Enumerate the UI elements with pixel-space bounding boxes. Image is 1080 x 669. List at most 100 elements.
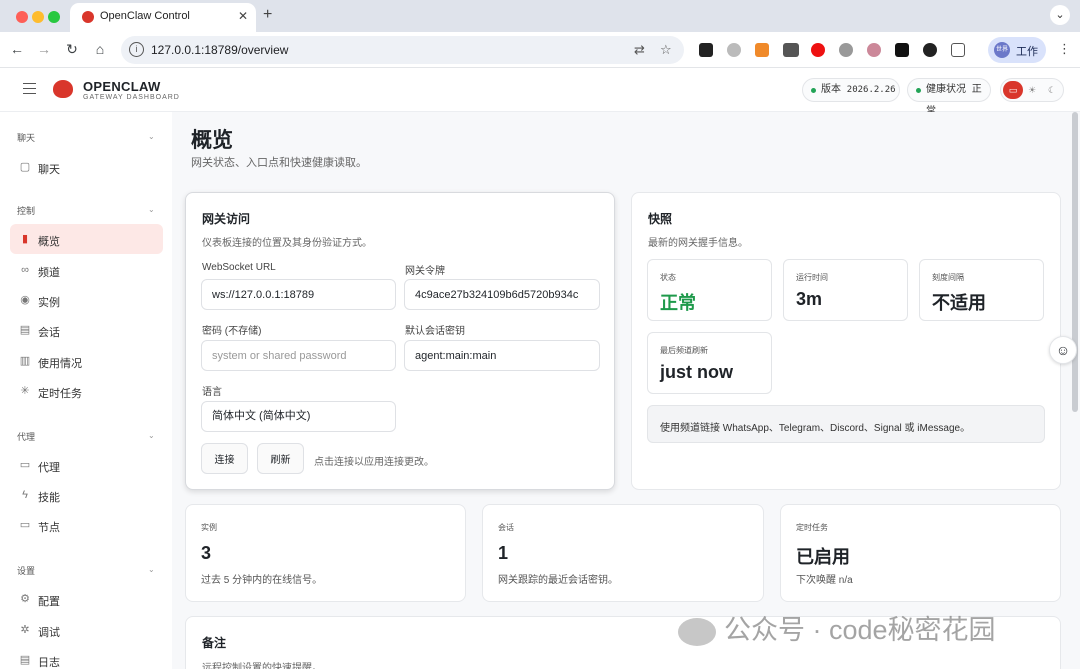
close-icon[interactable]: ✕: [238, 9, 248, 23]
avatar: 世界: [994, 42, 1010, 58]
sidebar-group-settings[interactable]: 设置: [17, 564, 35, 577]
main-content: 概览 网关状态、入口点和快速健康读取。 网关访问 仪表板连接的位置及其身份验证方…: [172, 112, 1080, 669]
websocket-url-input[interactable]: [201, 279, 396, 310]
stat-uptime: 运行时间 3m: [783, 259, 908, 321]
extension-icon[interactable]: [811, 43, 825, 57]
bug-icon: ✲: [20, 624, 30, 636]
language-select[interactable]: 简体中文 (简体中文): [201, 401, 396, 432]
bar-chart-icon: ▮: [21, 233, 29, 245]
more-menu-icon[interactable]: ⋮: [1058, 41, 1071, 57]
tab-search-button[interactable]: ⌄: [1050, 5, 1070, 25]
extension-icon[interactable]: [867, 43, 881, 57]
address-bar[interactable]: i 127.0.0.1:18789/overview ⇄ ☆: [121, 36, 684, 64]
app-header: OPENCLAW GATEWAY DASHBOARD 版本 2026.2.26 …: [0, 68, 1080, 117]
sidebar-group-control[interactable]: 控制: [17, 204, 35, 217]
metric-description: 过去 5 分钟内的在线信号。: [201, 575, 323, 586]
connect-hint: 点击连接以应用连接更改。: [314, 457, 434, 468]
sidebar-item-nodes[interactable]: ▭ 节点: [10, 510, 163, 540]
chevron-down-icon[interactable]: ⌄: [148, 132, 155, 141]
sidebar-group-chat[interactable]: 聊天: [17, 131, 35, 144]
extension-icon[interactable]: [727, 43, 741, 57]
hamburger-menu-icon[interactable]: [23, 83, 36, 94]
wechat-logo-icon: [678, 617, 716, 646]
sidebar-group-agents[interactable]: 代理: [17, 430, 35, 443]
connect-button[interactable]: 连接: [201, 443, 248, 474]
extension-icon[interactable]: [895, 43, 909, 57]
gateway-access-card: 网关访问 仪表板连接的位置及其身份验证方式。 WebSocket URL 网关令…: [185, 192, 615, 490]
reload-icon[interactable]: ↻: [63, 41, 81, 58]
moon-icon[interactable]: ☾: [1042, 81, 1062, 99]
stat-label: 状态: [660, 273, 676, 282]
chevron-down-icon[interactable]: ⌄: [148, 431, 155, 440]
openclaw-favicon-icon: [82, 11, 94, 23]
sidebar-item-config[interactable]: ⚙ 配置: [10, 584, 163, 614]
window-minimize-button[interactable]: [32, 11, 44, 23]
extension-icon[interactable]: [923, 43, 937, 57]
forward-arrow-icon[interactable]: →: [35, 41, 53, 57]
chevron-down-icon[interactable]: ⌄: [148, 205, 155, 214]
metric-label: 会话: [498, 523, 514, 532]
sidebar-item-skills[interactable]: ϟ 技能: [10, 480, 163, 510]
sidebar-item-cron[interactable]: ✳ 定时任务: [10, 376, 163, 406]
back-arrow-icon[interactable]: ←: [8, 41, 26, 57]
sidebar-item-logs[interactable]: ▤ 日志: [10, 645, 163, 669]
sidebar-item-label: 配置: [38, 596, 60, 608]
sidebar-item-label: 聊天: [38, 164, 60, 176]
health-badge: 健康状况 正常: [907, 78, 991, 117]
language-value: 简体中文 (简体中文): [212, 410, 311, 422]
refresh-button[interactable]: 刷新: [257, 443, 304, 474]
extension-icon[interactable]: [839, 43, 853, 57]
sidebar-item-label: 技能: [38, 492, 60, 504]
gateway-token-input[interactable]: [404, 279, 600, 310]
browser-tab[interactable]: OpenClaw Control ✕: [70, 3, 256, 32]
brand-title: OPENCLAW: [83, 79, 161, 94]
metric-value: 1: [498, 543, 509, 563]
sidebar-item-usage[interactable]: ▥ 使用情况: [10, 346, 163, 376]
extension-icon[interactable]: [699, 43, 713, 57]
extensions-puzzle-icon[interactable]: [951, 43, 965, 57]
status-dot-icon: [811, 88, 816, 93]
new-tab-button[interactable]: +: [263, 6, 272, 24]
home-icon[interactable]: ⌂: [91, 41, 109, 57]
metric-value: 3: [201, 543, 212, 563]
monitor-icon[interactable]: ▭: [1003, 81, 1023, 99]
profile-label: 工作: [1016, 46, 1038, 58]
session-key-input[interactable]: [404, 340, 600, 371]
assistant-avatar-icon[interactable]: ☺: [1049, 336, 1077, 364]
cron-card: 定时任务 已启用 下次唤醒 n/a: [780, 504, 1061, 602]
bookmark-star-icon[interactable]: ☆: [660, 42, 672, 58]
sidebar-item-label: 调试: [38, 627, 60, 639]
page-title: 概览: [191, 129, 233, 152]
sidebar-item-agents[interactable]: ▭ 代理: [10, 450, 163, 480]
page-scrollbar[interactable]: [1072, 112, 1078, 412]
sidebar-item-label: 定时任务: [38, 388, 82, 400]
translate-icon[interactable]: ⇄: [634, 42, 645, 58]
address-url[interactable]: 127.0.0.1:18789/overview: [151, 43, 288, 57]
sidebar-item-overview[interactable]: ▮ 概览: [10, 224, 163, 254]
password-input[interactable]: [201, 340, 396, 371]
sidebar-item-label: 会话: [38, 327, 60, 339]
site-info-icon[interactable]: i: [129, 42, 144, 57]
sidebar-item-chat[interactable]: ▢ 聊天: [10, 152, 163, 182]
window-close-button[interactable]: [16, 11, 28, 23]
instances-card: 实例 3 过去 5 分钟内的在线信号。: [185, 504, 466, 602]
extension-icon[interactable]: [783, 43, 799, 57]
sun-icon[interactable]: ☀: [1022, 81, 1042, 99]
sidebar-item-instances[interactable]: ◉ 实例: [10, 285, 163, 315]
sessions-card: 会话 1 网关跟踪的最近会话密钥。: [482, 504, 764, 602]
document-icon: ▤: [19, 324, 31, 336]
chat-icon: ▢: [19, 161, 31, 173]
profile-button[interactable]: 世界 工作: [988, 37, 1046, 63]
openclaw-logo-icon: [53, 80, 73, 98]
sidebar-item-channels[interactable]: ∞ 频道: [10, 255, 163, 285]
version-label: 版本: [821, 84, 841, 95]
loader-icon: ✳: [20, 385, 30, 397]
chevron-down-icon[interactable]: ⌄: [148, 565, 155, 574]
language-label: 语言: [202, 387, 222, 398]
sidebar-item-sessions[interactable]: ▤ 会话: [10, 315, 163, 345]
sidebar-item-debug[interactable]: ✲ 调试: [10, 615, 163, 645]
window-zoom-button[interactable]: [48, 11, 60, 23]
extension-icon[interactable]: [755, 43, 769, 57]
channel-info-text: 使用频道链接 WhatsApp、Telegram、Discord、Signal …: [660, 423, 971, 434]
metric-description: 网关跟踪的最近会话密钥。: [498, 575, 618, 586]
